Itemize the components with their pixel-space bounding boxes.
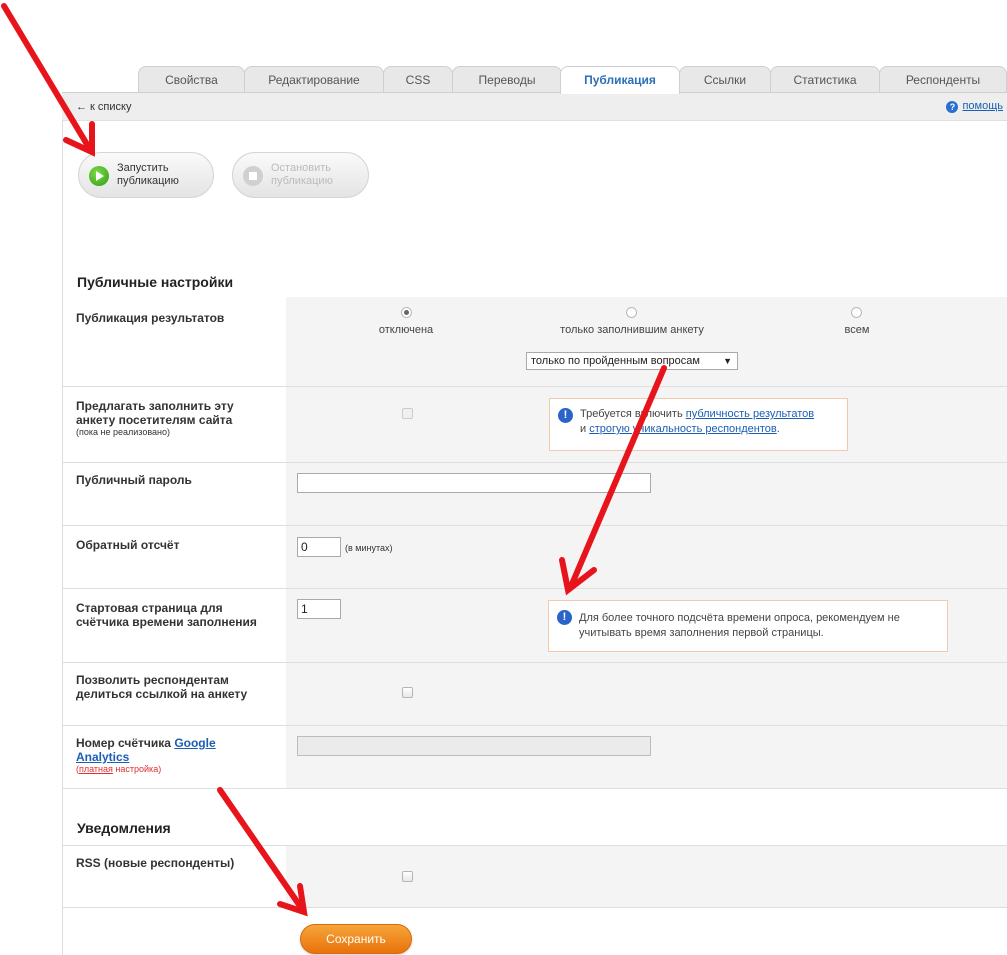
notifications-title: Уведомления [77,820,171,836]
start-label-line2: публикацию [117,175,179,187]
google-link[interactable]: Google [174,736,215,750]
rss-checkbox[interactable] [402,871,413,882]
play-icon [89,166,109,186]
results-publicity-link[interactable]: публичность результатов [686,408,814,420]
help-link-text[interactable]: помощь [962,100,1003,112]
analytics-label: Номер счётчика [76,736,171,750]
tab-links[interactable]: Ссылки [679,66,771,93]
offer-fill-checkbox[interactable] [402,408,413,419]
start-label-line1: Запустить [117,162,169,174]
public-password-input[interactable] [297,473,651,493]
help-link[interactable]: ? помощь [946,100,1003,113]
info-icon: ! [557,610,572,625]
start-publication-button[interactable]: Запустить публикацию [78,152,214,198]
radio-only-filled-label: только заполнившим анкету [560,324,704,336]
tab-respondents[interactable]: Респонденты [879,66,1007,93]
radio-everyone[interactable] [851,307,862,318]
rss-label: RSS (новые респонденты) [76,856,235,870]
paid-setting-link[interactable]: платная [79,764,113,774]
start-page-input[interactable]: 1 [297,599,341,619]
arrow-to-start-head [63,121,95,157]
results-publication-row: Публикация результатов [63,297,1007,387]
start-page-note: ! Для более точного подсчёта времени опр… [548,600,948,652]
radio-disabled[interactable] [401,307,412,318]
countdown-unit: (в минутах) [345,543,393,553]
share-link-checkbox[interactable] [402,687,413,698]
stop-label-line1: Остановить [271,162,332,174]
offer-fill-note: ! Требуется включить публичность результ… [549,398,848,451]
question-icon: ? [946,101,959,113]
analytics-link[interactable]: Analytics [76,750,129,764]
radio-everyone-label: всем [844,324,870,336]
tab-editing[interactable]: Редактирование [244,66,384,93]
dropdown-arrow-icon: ▼ [723,356,732,366]
save-button[interactable]: Сохранить [300,924,412,954]
subheader-strip [62,93,1007,121]
results-scope-select[interactable]: только по пройденным вопросам ▼ [526,352,738,370]
public-password-label: Публичный пароль [76,473,192,487]
radio-only-filled[interactable] [626,307,637,318]
info-icon: ! [558,408,573,423]
stop-label-line2: публикацию [271,175,333,187]
stop-icon [243,166,263,186]
back-to-list-link[interactable]: ← к списку [76,101,131,113]
share-link-label: Позволить респондентам делиться ссылкой … [76,673,248,701]
stop-publication-button[interactable]: Остановить публикацию [232,152,369,198]
offer-fill-sublabel: (пока не реализовано) [76,427,170,437]
countdown-row: Обратный отсчёт [63,526,1007,589]
strict-uniqueness-link[interactable]: строгую уникальность респондентов [589,423,777,435]
offer-fill-label: Предлагать заполнить эту анкету посетите… [76,399,234,427]
tab-properties[interactable]: Свойства [138,66,245,93]
public-settings-title: Публичные настройки [77,274,234,290]
start-page-label: Стартовая страница для счётчика времени … [76,601,257,629]
tab-translations[interactable]: Переводы [452,66,562,93]
analytics-input[interactable] [297,736,651,756]
tab-bar: Свойства Редактирование CSS Переводы Пуб… [0,66,1007,94]
countdown-label: Обратный отсчёт [76,538,180,552]
tab-publication[interactable]: Публикация [560,66,680,94]
tab-css[interactable]: CSS [383,66,453,93]
results-publication-label: Публикация результатов [76,311,225,325]
tab-statistics[interactable]: Статистика [770,66,880,93]
countdown-input[interactable]: 0 [297,537,341,557]
offer-fill-row: Предлагать заполнить эту анкету посетите… [63,387,1007,463]
rss-row: RSS (новые респонденты) [63,845,1007,908]
share-link-row: Позволить респондентам делиться ссылкой … [63,663,1007,726]
radio-disabled-label: отключена [378,324,434,336]
